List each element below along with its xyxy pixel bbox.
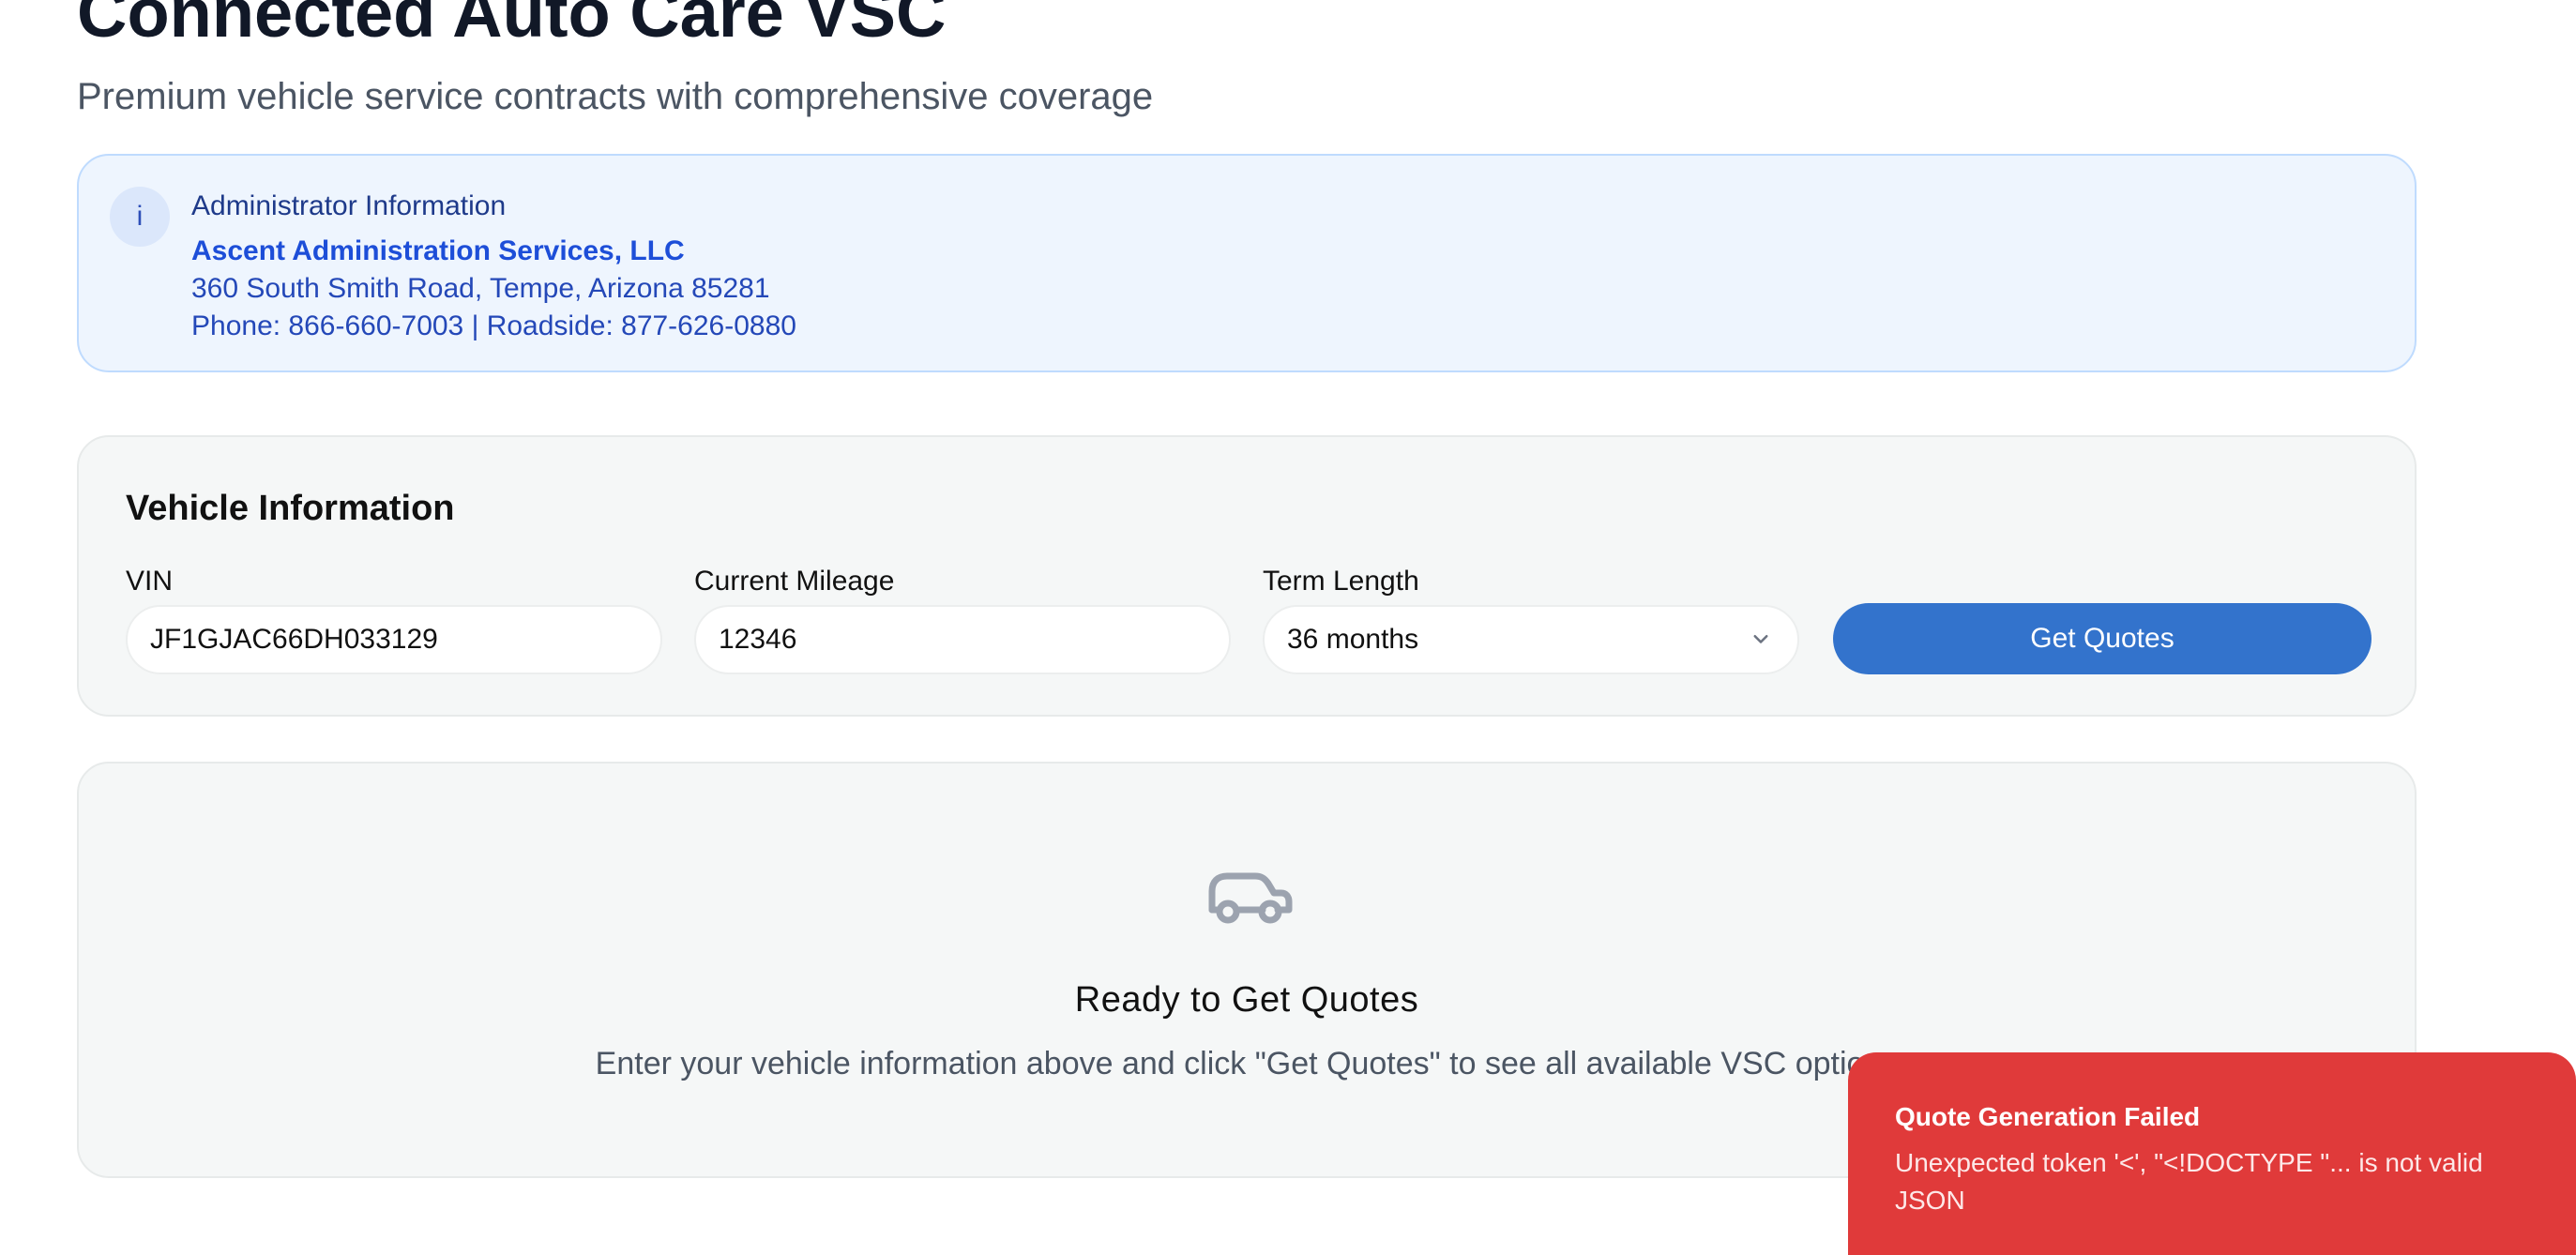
error-toast[interactable]: Quote Generation Failed Unexpected token… [1848, 1052, 2576, 1255]
vin-label: VIN [126, 566, 174, 597]
page-subtitle: Premium vehicle service contracts with c… [77, 76, 1154, 117]
vin-input[interactable] [126, 605, 662, 674]
administrator-details: Administrator Information Ascent Adminis… [191, 188, 796, 345]
page: Connected Auto Care VSC Premium vehicle … [0, 0, 2576, 1255]
administrator-address: 360 South Smith Road, Tempe, Arizona 852… [191, 273, 770, 304]
info-icon: i [110, 187, 170, 247]
term-length-label: Term Length [1263, 566, 1419, 597]
mileage-input[interactable] [694, 605, 1231, 674]
mileage-label: Current Mileage [694, 566, 895, 597]
term-length-select[interactable]: 36 months [1263, 605, 1799, 674]
empty-state-title: Ready to Get Quotes [1074, 980, 1419, 1020]
chevron-down-icon [1753, 635, 1768, 643]
administrator-label: Administrator Information [191, 190, 507, 221]
page-title: Connected Auto Care VSC [77, 0, 947, 52]
get-quotes-button[interactable]: Get Quotes [1833, 603, 2371, 674]
administrator-info-panel: i Administrator Information Ascent Admin… [77, 154, 2417, 372]
term-length-selected: 36 months [1287, 624, 1419, 655]
administrator-phones: Phone: 866-660-7003 | Roadside: 877-626-… [191, 310, 796, 341]
vehicle-info-card: Vehicle Information VIN Current Mileage … [77, 435, 2417, 717]
vehicle-info-heading: Vehicle Information [126, 489, 455, 528]
car-icon [1208, 872, 1293, 924]
administrator-company: Ascent Administration Services, LLC [191, 235, 685, 266]
toast-message: Unexpected token '<', "<!DOCTYPE "... is… [1895, 1148, 2483, 1215]
toast-title: Quote Generation Failed [1895, 1102, 2201, 1131]
